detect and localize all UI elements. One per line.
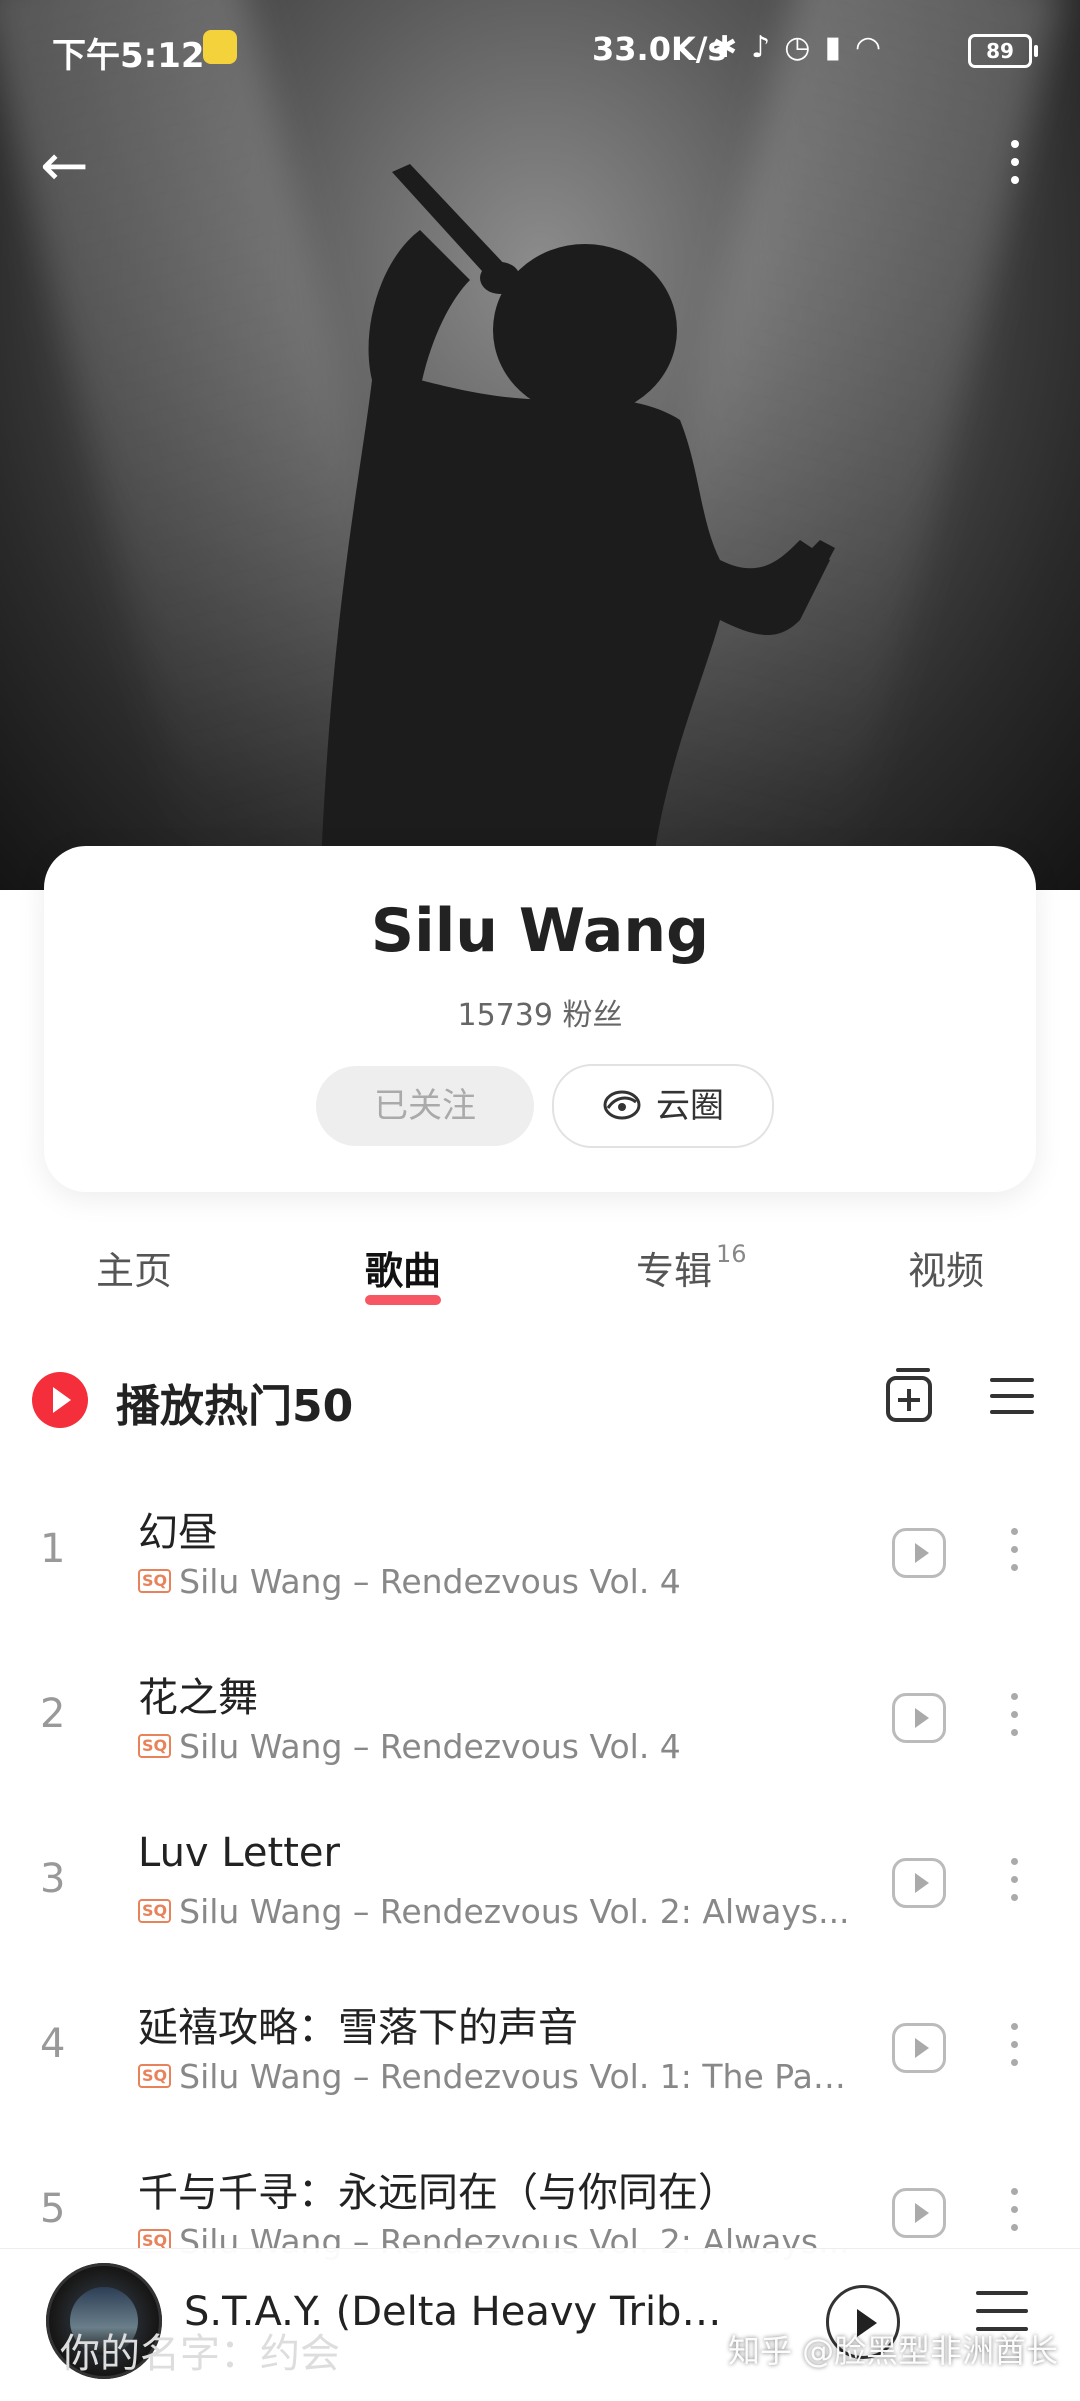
song-number: 2: [40, 1691, 66, 1737]
play-video-icon[interactable]: [892, 1693, 946, 1743]
song-more-icon[interactable]: [1006, 1693, 1022, 1743]
artist-info-card: Silu Wang 15739 粉丝 已关注 云圈: [44, 846, 1036, 1192]
singer-silhouette: [320, 164, 835, 890]
song-list: 1 幻昼 SQ Silu Wang – Rendezvous Vol. 4 2 花…: [0, 1470, 1080, 2295]
bluetooth-icon: ✱: [712, 30, 752, 65]
song-title: 幻昼: [138, 1510, 218, 1556]
song-artist-album: Silu Wang – Rendezvous Vol. 2: Always...: [179, 1892, 850, 1931]
song-more-icon[interactable]: [1006, 2023, 1022, 2073]
song-subtitle: SQ Silu Wang – Rendezvous Vol. 4: [138, 1562, 858, 1601]
more-options-icon[interactable]: [990, 130, 1040, 200]
song-subtitle: SQ Silu Wang – Rendezvous Vol. 1: The Pat…: [138, 2057, 858, 2096]
app-notification-icon: [203, 30, 237, 64]
cloud-circle-button[interactable]: 云圈: [552, 1064, 774, 1148]
sq-badge: SQ: [138, 2063, 172, 2088]
status-icons: ✱♪◷▮◠: [712, 30, 895, 65]
play-video-icon[interactable]: [892, 2023, 946, 2073]
signal-icon: ▮: [824, 30, 855, 65]
song-artist-album: Silu Wang – Rendezvous Vol. 1: The Path.…: [179, 2057, 858, 2096]
song-row[interactable]: 4 延禧攻略：雪落下的声音 SQ Silu Wang – Rendezvous V…: [0, 1965, 1080, 2130]
song-more-icon[interactable]: [1006, 2188, 1022, 2238]
song-number: 5: [40, 2186, 66, 2232]
song-artist-album: Silu Wang – Rendezvous Vol. 4: [179, 1562, 681, 1601]
artist-name: Silu Wang: [370, 896, 710, 966]
sq-badge: SQ: [138, 1733, 172, 1758]
song-title: 花之舞: [138, 1675, 258, 1721]
add-to-playlist-icon[interactable]: [886, 1368, 932, 1422]
song-subtitle: SQ Silu Wang – Rendezvous Vol. 2: Always.…: [138, 1892, 858, 1931]
song-number: 1: [40, 1526, 66, 1572]
song-row[interactable]: 1 幻昼 SQ Silu Wang – Rendezvous Vol. 4: [0, 1470, 1080, 1635]
song-more-icon[interactable]: [1006, 1528, 1022, 1578]
alarm-icon: ◷: [784, 30, 825, 65]
tab-songs-label: 歌曲: [365, 1249, 442, 1293]
followed-button[interactable]: 已关注: [316, 1066, 534, 1146]
wifi-icon: ◠: [855, 30, 896, 65]
song-row[interactable]: 2 花之舞 SQ Silu Wang – Rendezvous Vol. 4: [0, 1635, 1080, 1800]
song-artist-album: Silu Wang – Rendezvous Vol. 4: [179, 1727, 681, 1766]
song-number: 3: [40, 1856, 66, 1902]
tab-songs[interactable]: 歌曲: [365, 1240, 442, 1305]
watermark-text: 知乎 @脸黑型非洲酋长: [728, 2332, 1059, 2370]
artist-hero-image: 下午5:12 33.0K/s ✱♪◷▮◠ 89 ←: [0, 0, 1080, 890]
multi-select-icon[interactable]: [990, 1378, 1034, 1418]
status-bar: 下午5:12 33.0K/s ✱♪◷▮◠ 89: [0, 0, 1080, 100]
mute-icon: ♪: [751, 30, 785, 65]
sq-badge: SQ: [138, 1568, 172, 1593]
tab-albums[interactable]: 专辑 16: [636, 1240, 747, 1295]
cloud-circle-label: 云圈: [656, 1086, 724, 1126]
active-tab-indicator: [365, 1295, 442, 1305]
play-video-icon[interactable]: [892, 1528, 946, 1578]
play-all-icon[interactable]: [32, 1372, 88, 1428]
song-title: 延禧攻略：雪落下的声音: [138, 2005, 578, 2051]
tab-home[interactable]: 主页: [96, 1240, 172, 1295]
song-number: 4: [40, 2021, 66, 2067]
song-title: Luv Letter: [138, 1830, 340, 1876]
play-hot-header: 播放热门50: [0, 1360, 1080, 1450]
play-hot-title[interactable]: 播放热门50: [116, 1370, 353, 1434]
fans-count: 15739 粉丝: [457, 998, 623, 1033]
cloud-circle-icon: [603, 1090, 641, 1119]
play-video-icon[interactable]: [892, 2188, 946, 2238]
song-subtitle: SQ Silu Wang – Rendezvous Vol. 4: [138, 1727, 858, 1766]
play-video-icon[interactable]: [892, 1858, 946, 1908]
tab-home-label: 主页: [96, 1249, 173, 1293]
battery-icon: 89: [968, 34, 1038, 68]
song-row[interactable]: 3 Luv Letter SQ Silu Wang – Rendezvous Vo…: [0, 1800, 1080, 1965]
back-arrow-icon[interactable]: ←: [40, 135, 120, 195]
ghost-song-row: 你的名字：约会: [60, 2331, 340, 2377]
sq-badge: SQ: [138, 1898, 172, 1923]
tab-albums-label: 专辑: [636, 1249, 713, 1293]
clock: 下午5:12: [52, 36, 205, 76]
network-speed: 33.0K/s: [592, 30, 727, 68]
album-count: 16: [716, 1240, 747, 1268]
song-title: 千与千寻：永远同在（与你同在）: [138, 2170, 738, 2216]
mini-player[interactable]: S.T.A.Y. (Delta Heavy Tribut... 你的名字：约会: [0, 2248, 1080, 2401]
artist-tabs: 主页 歌曲 专辑 16 视频: [0, 1240, 1080, 1320]
tab-videos[interactable]: 视频: [908, 1240, 984, 1295]
tab-videos-label: 视频: [908, 1249, 985, 1293]
song-more-icon[interactable]: [1006, 1858, 1022, 1908]
